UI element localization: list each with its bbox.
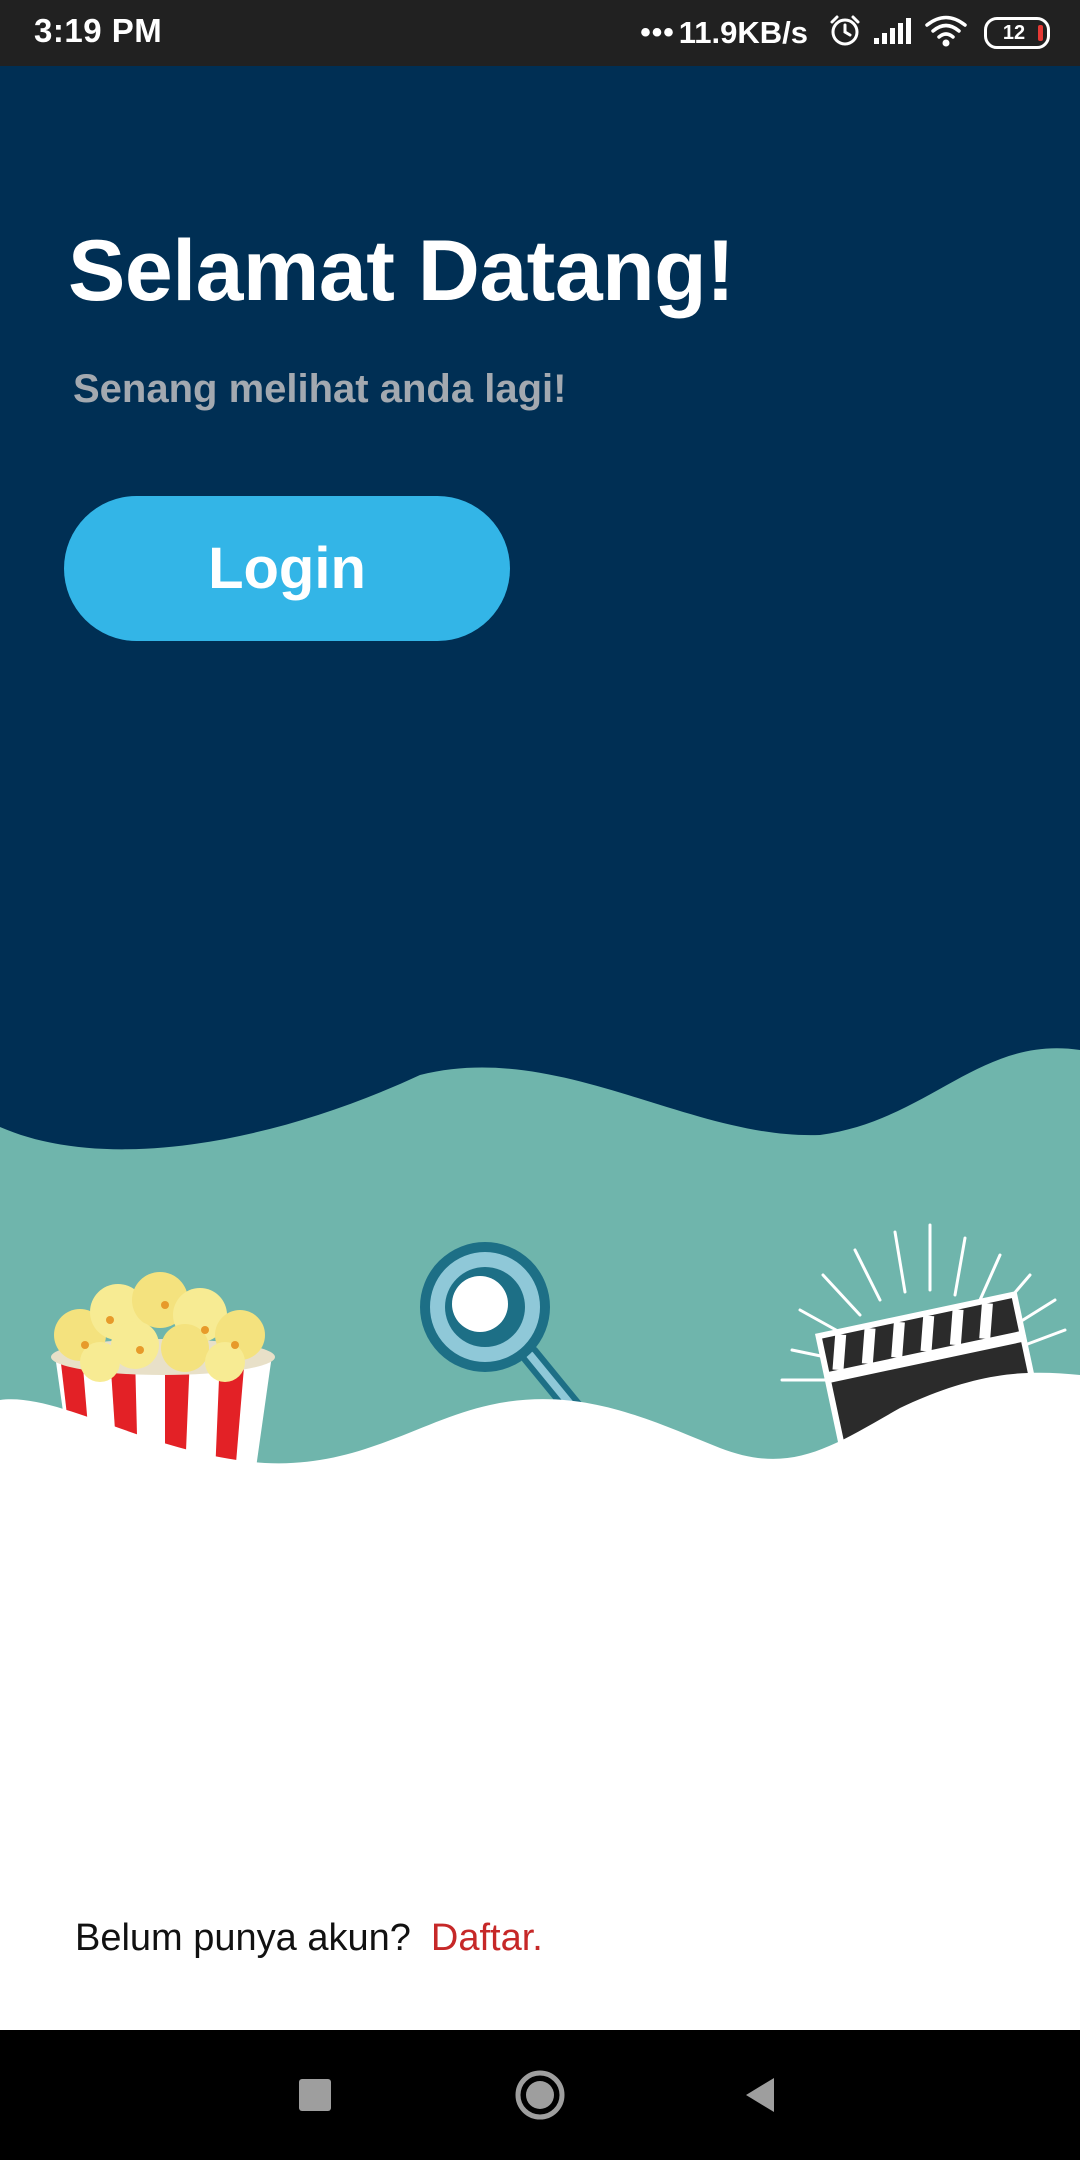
recents-icon: [299, 2079, 331, 2111]
recents-button[interactable]: [280, 2060, 350, 2130]
signup-prompt-text: Belum punya akun?: [75, 1917, 411, 1959]
app-screen: 3:19 PM ••• 11.9KB/s 12 Selamat Datang! …: [0, 0, 1080, 2160]
home-icon: [515, 2070, 565, 2120]
login-button[interactable]: Login: [64, 496, 510, 641]
navigation-bar: [0, 2030, 1080, 2160]
welcome-subtitle: Senang melihat anda lagi!: [73, 367, 567, 411]
back-button[interactable]: [725, 2060, 795, 2130]
decorative-waves: [0, 1048, 1080, 2160]
back-icon: [746, 2078, 774, 2112]
signup-prompt: Belum punya akun? Daftar.: [75, 1917, 543, 1960]
home-button[interactable]: [505, 2060, 575, 2130]
welcome-title: Selamat Datang!: [68, 223, 735, 319]
signup-link[interactable]: Daftar.: [431, 1917, 543, 1959]
